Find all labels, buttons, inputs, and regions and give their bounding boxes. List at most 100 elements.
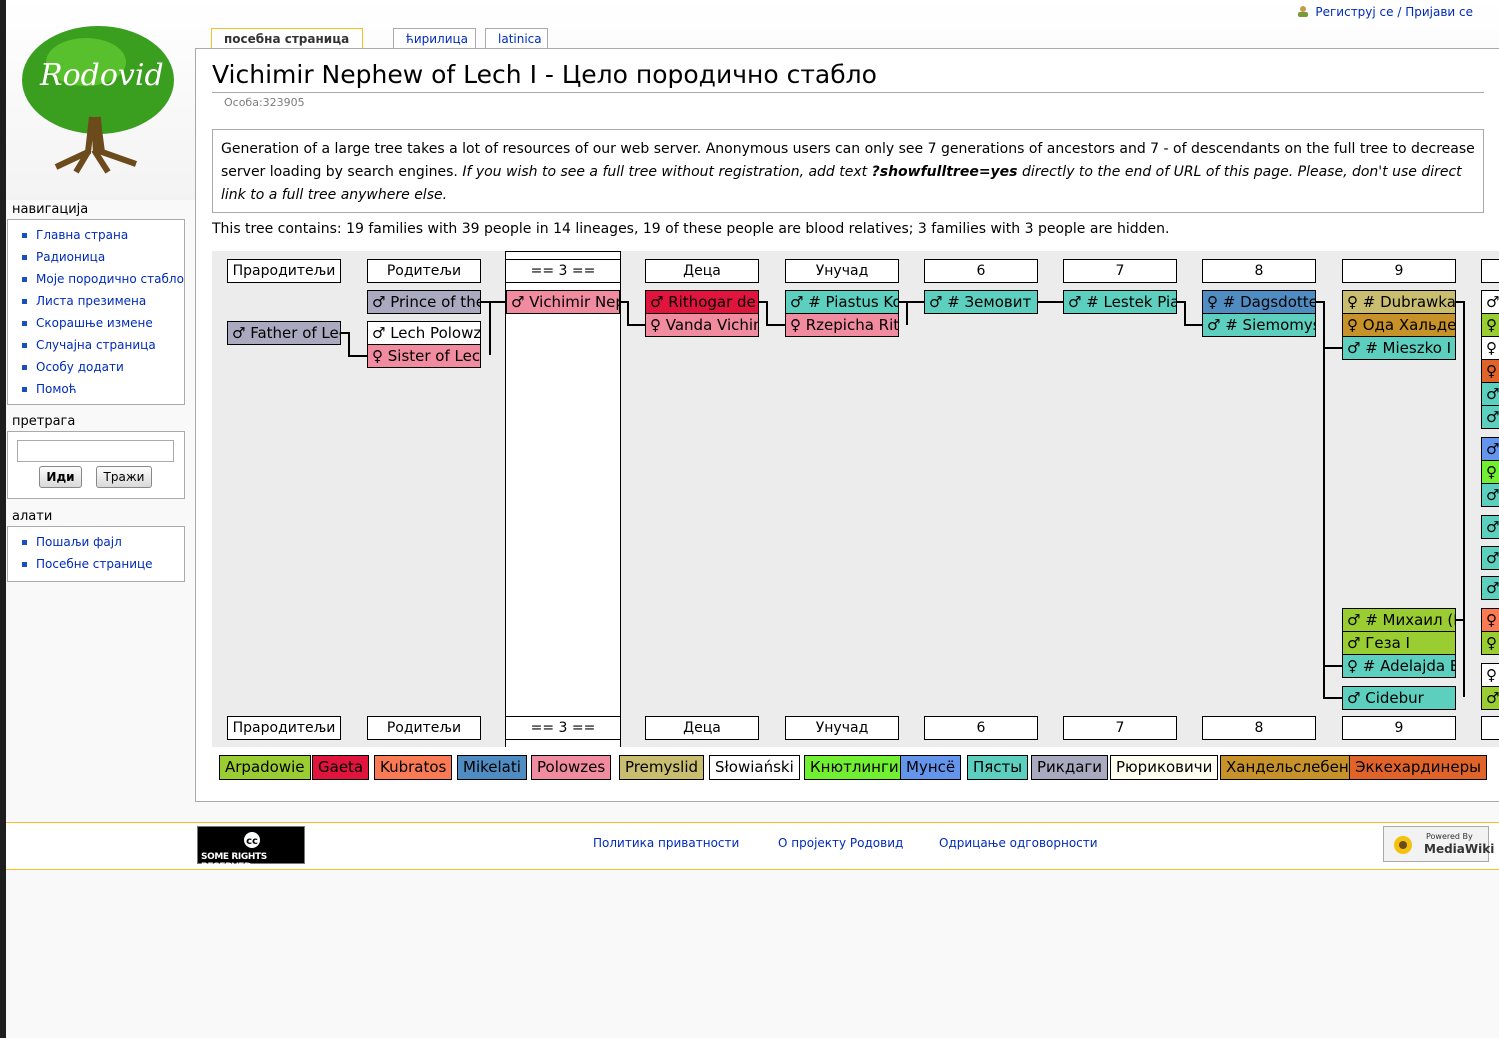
person-gen10[interactable]: ♂ <box>1481 290 1499 314</box>
person-rithogar[interactable]: ♂ Rithogar de Gaeta <box>645 290 759 314</box>
person-rzepicha[interactable]: ♀ Rzepicha Rithogar <box>785 313 899 337</box>
nav-item[interactable]: Помоћ <box>22 378 184 400</box>
person-father-of-lech[interactable]: ♂ Father of Lech I <box>227 321 341 345</box>
person-lech-polowzes[interactable]: ♂ Lech Polowzes <box>367 321 481 345</box>
legend-mikelati[interactable]: Mikelati <box>457 755 527 780</box>
legend-pyasty[interactable]: Пясты <box>967 755 1029 780</box>
about-link[interactable]: О пројекту Родовид <box>778 836 903 850</box>
person-cidebur[interactable]: ♂ Cidebur <box>1342 686 1456 710</box>
person-geza[interactable]: ♂ Геза I <box>1342 631 1456 655</box>
legend-rikdagi[interactable]: Рикдаги <box>1031 755 1109 780</box>
footer-header-gen9: 9 <box>1342 716 1456 740</box>
person-gen10[interactable]: ♀ <box>1481 359 1499 383</box>
person-gen10[interactable]: ♀ <box>1481 460 1499 484</box>
header-gen6: 6 <box>924 259 1038 283</box>
search-find-button[interactable]: Тражи <box>96 466 152 488</box>
tab-latin[interactable]: latinica <box>485 28 548 48</box>
family-tree: Прародитељи Родитељи == 3 == Деца Унучад… <box>212 251 1499 747</box>
person-lestek[interactable]: ♂ # Lestek Piast <box>1063 290 1177 314</box>
nav-heading: навигација <box>12 202 89 217</box>
person-vanda[interactable]: ♀ Vanda Vichimir <box>645 313 759 337</box>
nav-item[interactable]: Радионица <box>22 246 184 268</box>
login-link[interactable]: Региструj се / Пријави се <box>1315 5 1473 19</box>
tab-special-page[interactable]: посебна страница <box>211 28 363 48</box>
person-gen10[interactable]: ♀ <box>1481 631 1499 655</box>
footer-header-grandchildren: Унучад <box>785 716 899 740</box>
tools-item[interactable]: Посебне странице <box>22 553 184 575</box>
page-title: Vichimir Nephew of Lech I - Цело породич… <box>212 58 1484 93</box>
person-mihail[interactable]: ♂ # Михаил (Мику <box>1342 608 1456 632</box>
header-children: Деца <box>645 259 759 283</box>
person-siemomysl[interactable]: ♂ # Siemomysl <box>1202 313 1316 337</box>
nav-item[interactable]: Моје породично стабло <box>22 268 184 290</box>
nav-item[interactable]: Случајна страница <box>22 334 184 356</box>
legend-ekkehard[interactable]: Эккехардинеры <box>1349 755 1487 780</box>
nav-item[interactable]: Особу додати <box>22 356 184 378</box>
person-dagsdotter[interactable]: ♀ # Dagsdotter <box>1202 290 1316 314</box>
mw-powered: Powered By <box>1426 832 1473 841</box>
tab-cyrillic[interactable]: ћирилица <box>393 28 476 48</box>
person-sister-of-lech[interactable]: ♀ Sister of Lech <box>367 344 481 368</box>
person-gen10[interactable]: ♀ <box>1481 313 1499 337</box>
person-adelajda[interactable]: ♀ # Adelajda Bialoknegini <box>1342 654 1456 678</box>
header-gen9: 9 <box>1342 259 1456 283</box>
notice-text-2: If you wish to see a full tree without r… <box>462 164 872 180</box>
legend-arpadowie[interactable]: Arpadowie <box>219 755 311 780</box>
header-grandparents: Прародитељи <box>227 259 341 283</box>
person-dubrawka[interactable]: ♀ # Dubrawka von <box>1342 290 1456 314</box>
person-gen10[interactable]: ♂ <box>1481 576 1499 600</box>
nav-portlet: Главна страна Радионица Моје породично ста… <box>7 219 185 405</box>
legend-ryurikovichi[interactable]: Рюриковичи <box>1110 755 1219 780</box>
legend-handelsleben[interactable]: Хандельслебен <box>1220 755 1355 780</box>
person-vichimir[interactable]: ♂ Vichimir Nephew <box>506 290 620 314</box>
footer-header-grandparents: Прародитељи <box>227 716 341 740</box>
site-logo[interactable]: Rodovid <box>16 22 180 182</box>
legend-gaeta[interactable]: Gaeta <box>312 755 370 780</box>
notice-code: ?showfulltree=yes <box>871 164 1018 180</box>
user-icon <box>1298 6 1309 17</box>
person-gen10[interactable]: ♀ <box>1481 608 1499 632</box>
person-gen10[interactable]: ♂ <box>1481 483 1499 507</box>
tree-summary: This tree contains: 19 families with 39 … <box>212 221 1170 237</box>
header-gen7: 7 <box>1063 259 1177 283</box>
personal-tools: Региструj се / Пријави се <box>1297 5 1473 19</box>
person-gen10[interactable]: ♂ <box>1481 405 1499 429</box>
mediawiki-badge[interactable]: Powered By MediaWiki <box>1383 826 1494 862</box>
tools-item[interactable]: Пошаљи фајл <box>22 531 184 553</box>
person-prince-of-the[interactable]: ♂ Prince of the Polans <box>367 290 481 314</box>
disclaimer-link[interactable]: Одрицање одговорности <box>939 836 1098 850</box>
person-gen10[interactable]: ♀ <box>1481 663 1499 687</box>
footer-header-children: Деца <box>645 716 759 740</box>
search-go-button[interactable]: Иди <box>39 466 82 488</box>
legend-slowianski[interactable]: Słowiański <box>709 755 800 780</box>
person-gen10[interactable]: ♂ <box>1481 546 1499 570</box>
footer-header-gen8: 8 <box>1202 716 1316 740</box>
privacy-link[interactable]: Политика приватности <box>593 836 739 850</box>
person-gen10[interactable]: ♂ <box>1481 515 1499 539</box>
person-gen10[interactable]: ♂ <box>1481 686 1499 710</box>
cc-license-badge[interactable]: cc SOME RIGHTS RESERVED <box>197 826 305 872</box>
legend-polowzes[interactable]: Polowzes <box>531 755 612 780</box>
nav-item[interactable]: Листа презимена <box>22 290 184 312</box>
person-gen10[interactable]: ♀ <box>1481 336 1499 360</box>
svg-text:cc: cc <box>246 836 258 847</box>
header-gen8: 8 <box>1202 259 1316 283</box>
footer-header-gen10 <box>1481 716 1499 740</box>
legend-kubratos[interactable]: Kubratos <box>374 755 453 780</box>
notice-box: Generation of a large tree takes a lot o… <box>212 129 1484 213</box>
person-oda[interactable]: ♀ Ода Хальденслебен <box>1342 313 1456 337</box>
person-gen10[interactable]: ♂ <box>1481 382 1499 406</box>
person-zemovit[interactable]: ♂ # Земовит Пяст <box>924 290 1038 314</box>
search-input[interactable] <box>17 440 174 462</box>
search-heading: претрага <box>12 414 76 429</box>
person-piastus[interactable]: ♂ # Piastus Kolodziej <box>785 290 899 314</box>
person-gen10[interactable]: ♂ <box>1481 437 1499 461</box>
footer-header-gen3: == 3 == <box>505 716 621 740</box>
tree-logo-icon <box>22 26 174 174</box>
nav-item[interactable]: Скорашње измене <box>22 312 184 334</box>
legend-munse[interactable]: Мунсё <box>900 755 962 780</box>
nav-item[interactable]: Главна страна <box>22 224 184 246</box>
person-mieszko[interactable]: ♂ # Mieszko I von <box>1342 336 1456 360</box>
legend-premyslid[interactable]: Premyslid <box>619 755 705 780</box>
legend-knutlingi[interactable]: Кнютлинги <box>804 755 905 780</box>
